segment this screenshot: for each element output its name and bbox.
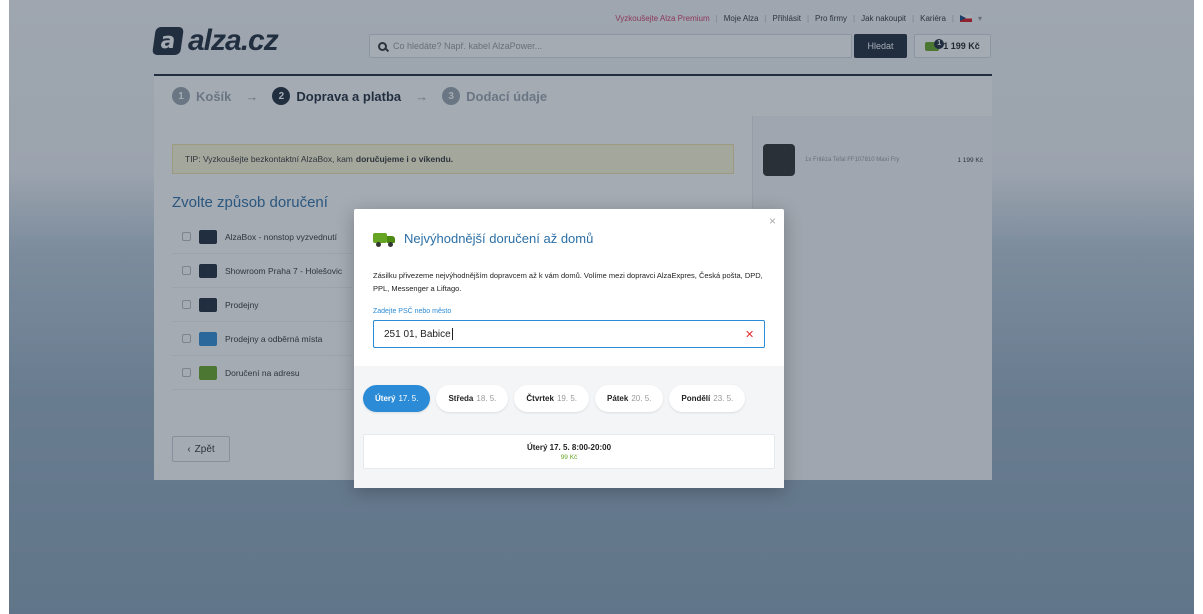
close-icon[interactable]: × xyxy=(769,214,776,228)
clear-icon[interactable]: ✕ xyxy=(745,328,754,341)
modal-description: Zásilku přivezeme nejvýhodnějším dopravc… xyxy=(373,271,763,293)
day-tab-monday[interactable]: Pondělí 23. 5. xyxy=(669,385,746,412)
zip-label: Zadejte PSČ nebo město xyxy=(373,308,452,315)
slot-price: 99 Kč xyxy=(560,453,578,461)
day-tab-thursday[interactable]: Čtvrtek 19. 5. xyxy=(514,385,589,412)
home-delivery-modal: × Nejvýhodnější doručení až domů Zásilku… xyxy=(354,209,784,488)
delivery-truck-icon xyxy=(373,232,395,247)
day-tab-friday[interactable]: Pátek 20. 5. xyxy=(594,385,664,412)
delivery-days-area: Úterý 17. 5. Středa 18. 5. Čtvrtek 19. 5… xyxy=(354,366,784,488)
day-tabs: Úterý 17. 5. Středa 18. 5. Čtvrtek 19. 5… xyxy=(363,385,746,412)
delivery-slot[interactable]: Úterý 17. 5. 8:00-20:00 99 Kč xyxy=(363,434,775,469)
zip-input[interactable]: 251 01, Babice xyxy=(373,320,765,348)
slot-time: Úterý 17. 5. 8:00-20:00 xyxy=(526,442,612,452)
modal-header: Nejvýhodnější doručení až domů xyxy=(373,231,594,247)
modal-title: Nejvýhodnější doručení až domů xyxy=(404,231,594,246)
day-tab-tuesday[interactable]: Úterý 17. 5. xyxy=(363,385,431,412)
day-tab-wednesday[interactable]: Středa 18. 5. xyxy=(436,385,509,412)
